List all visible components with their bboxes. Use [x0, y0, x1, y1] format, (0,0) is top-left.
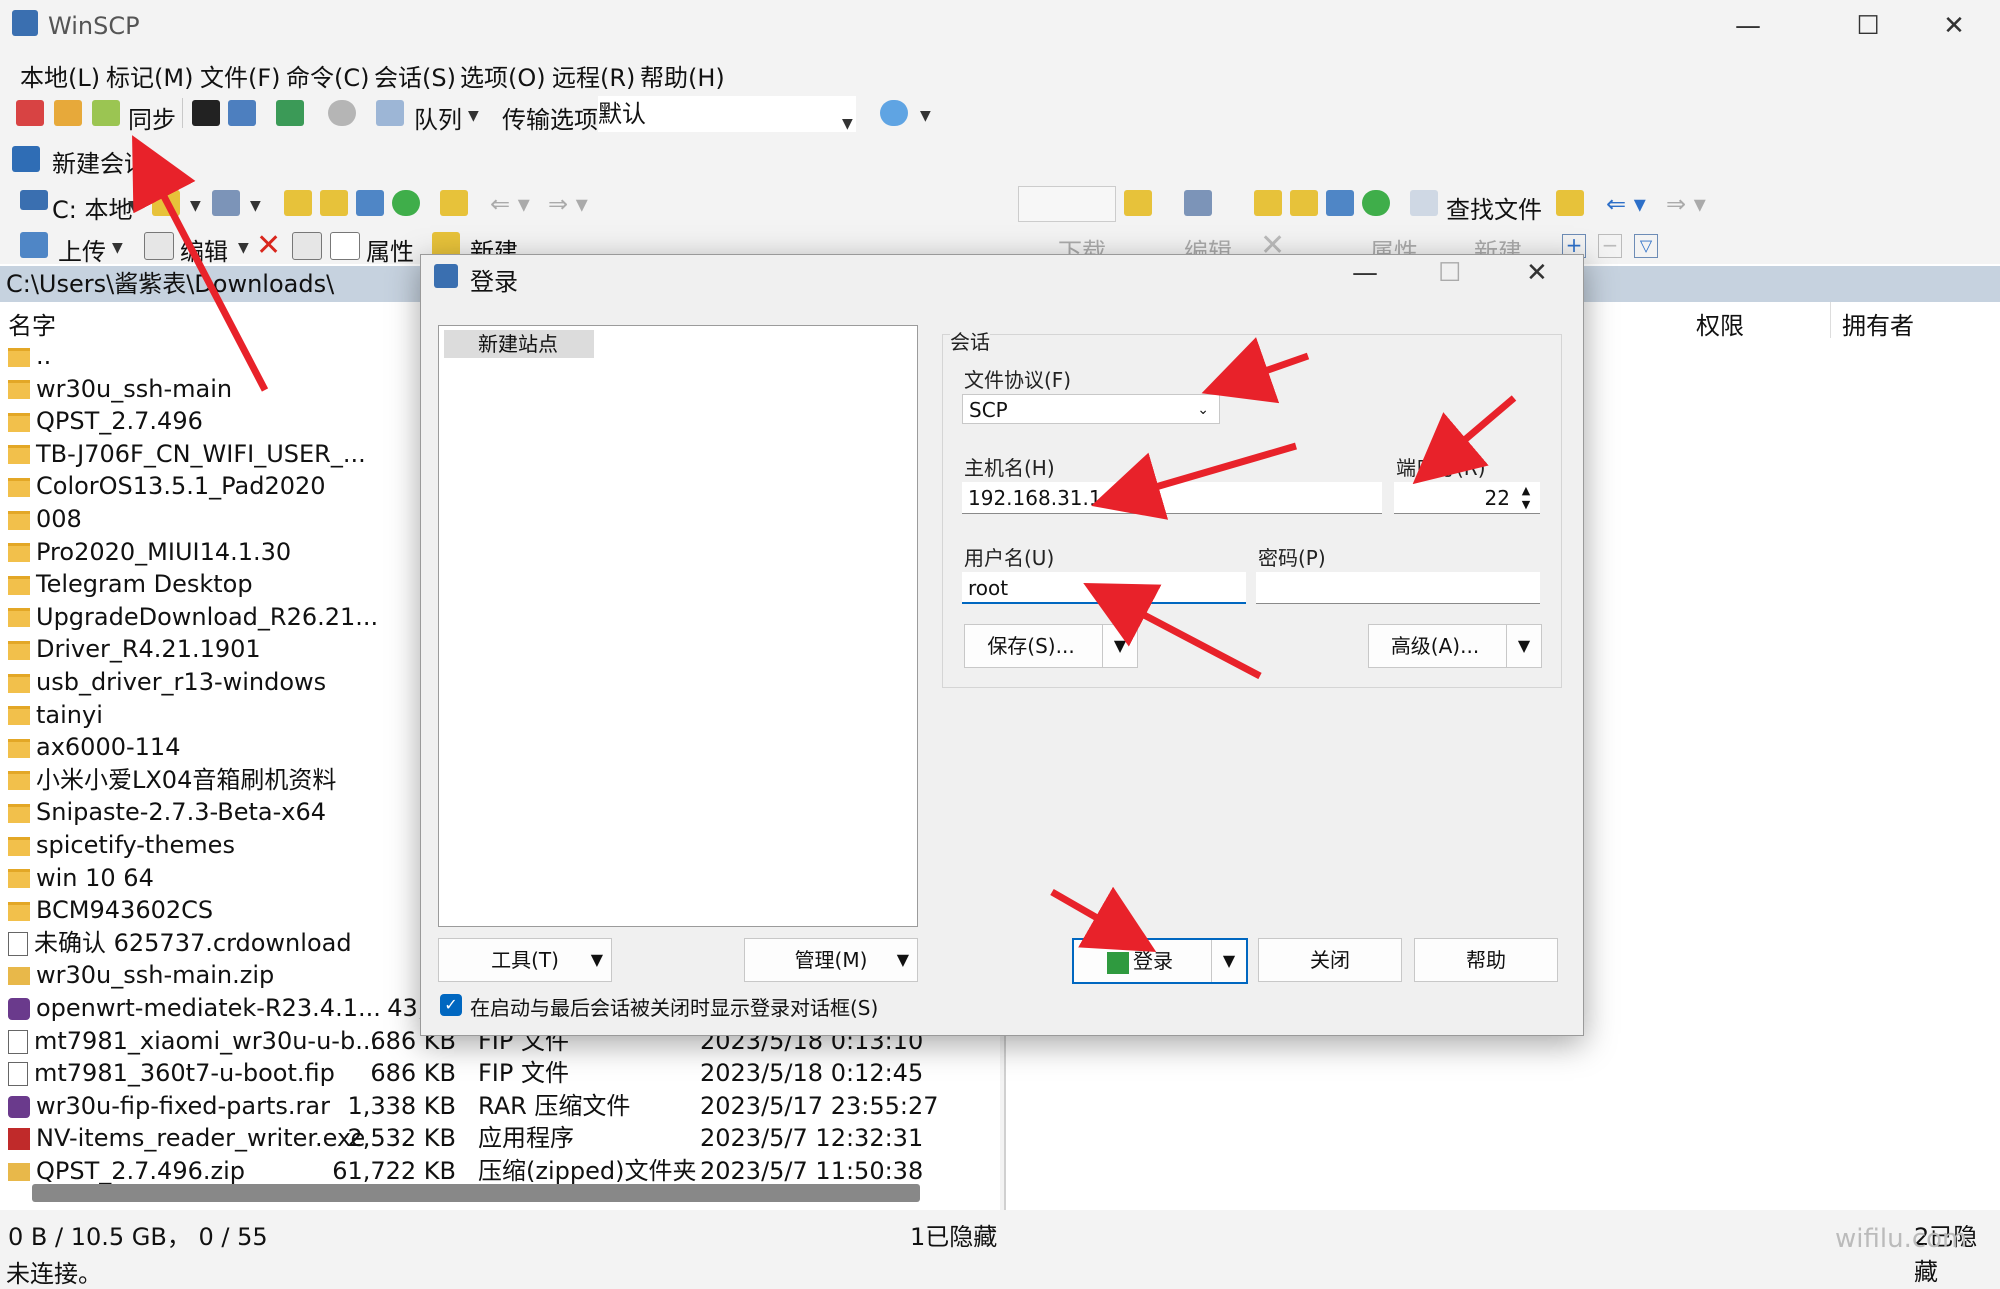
- arrow-login: [1050, 886, 1157, 952]
- arrow-host: [1091, 442, 1297, 520]
- arrow-username: [1083, 582, 1262, 680]
- arrow-protocol: [1201, 337, 1310, 404]
- arrow-port: [1412, 395, 1517, 485]
- arrow-new-session: [132, 135, 269, 392]
- annotation-arrows: [132, 135, 1517, 952]
